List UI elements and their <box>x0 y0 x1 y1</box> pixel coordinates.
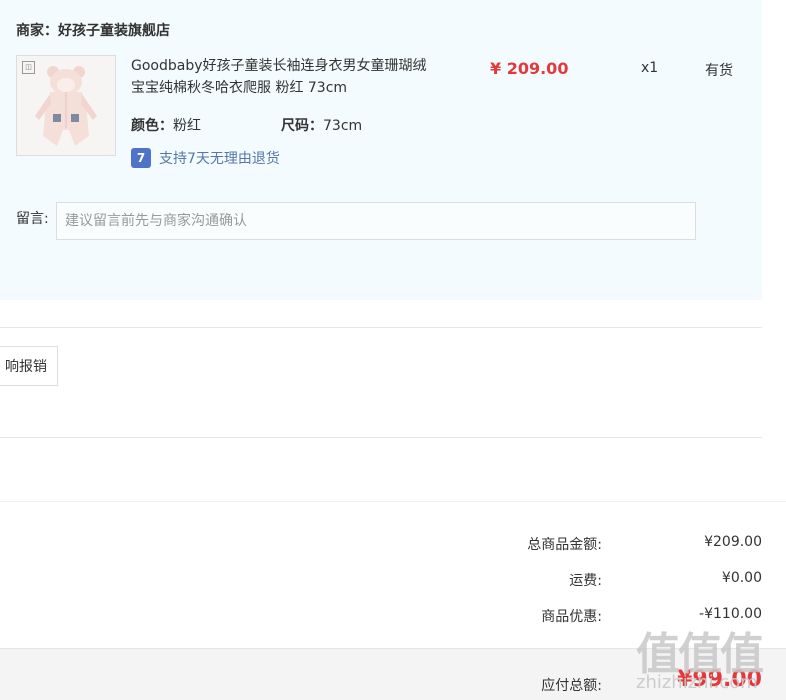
size-value: 73cm <box>323 118 363 134</box>
divider <box>0 437 762 438</box>
stock-status: 有货 <box>705 63 733 79</box>
size-label: 尺码： <box>281 118 323 134</box>
return-policy-text: 支持7天无理由退货 <box>159 151 280 167</box>
message-input[interactable] <box>56 202 696 240</box>
payable-label: 应付总额: <box>541 678 602 694</box>
color-value: 粉红 <box>173 118 201 134</box>
goods-total-label: 总商品金额: <box>527 537 602 553</box>
discount-label: 商品优惠: <box>541 609 602 625</box>
color-label: 颜色： <box>131 118 173 134</box>
seven-day-return-icon: 7 <box>131 148 151 168</box>
shipping-row: 运费: ¥0.00 <box>0 570 786 590</box>
divider <box>0 327 762 328</box>
goods-total-value: ¥209.00 <box>704 534 762 550</box>
image-badge-icon: ◫ <box>22 61 35 74</box>
message-label: 留言: <box>16 211 49 227</box>
shipping-value: ¥0.00 <box>721 570 762 586</box>
product-quantity: x1 <box>641 60 659 76</box>
product-size: 尺码：73cm <box>281 115 362 135</box>
return-policy-link[interactable]: 7 支持7天无理由退货 <box>131 148 280 168</box>
shop-name[interactable]: 商家：好孩子童装旗舰店 <box>16 20 170 40</box>
watermark-text: zhizhizhi.com <box>636 672 758 693</box>
product-price: ¥ 209.00 <box>490 59 569 78</box>
shop-order-panel: 商家：好孩子童装旗舰店 ◫ Goodbaby好孩子童装长袖连身衣男女童珊瑚绒宝宝… <box>0 0 762 300</box>
reimburse-button[interactable]: 响报销 <box>0 346 58 386</box>
goods-total-row: 总商品金额: ¥209.00 <box>0 534 786 554</box>
product-color: 颜色：粉红 <box>131 115 201 135</box>
product-title[interactable]: Goodbaby好孩子童装长袖连身衣男女童珊瑚绒宝宝纯棉秋冬哈衣爬服 粉红 73… <box>131 55 431 99</box>
shipping-label: 运费: <box>569 573 602 589</box>
divider <box>0 501 786 502</box>
product-image[interactable]: ◫ <box>16 55 116 156</box>
